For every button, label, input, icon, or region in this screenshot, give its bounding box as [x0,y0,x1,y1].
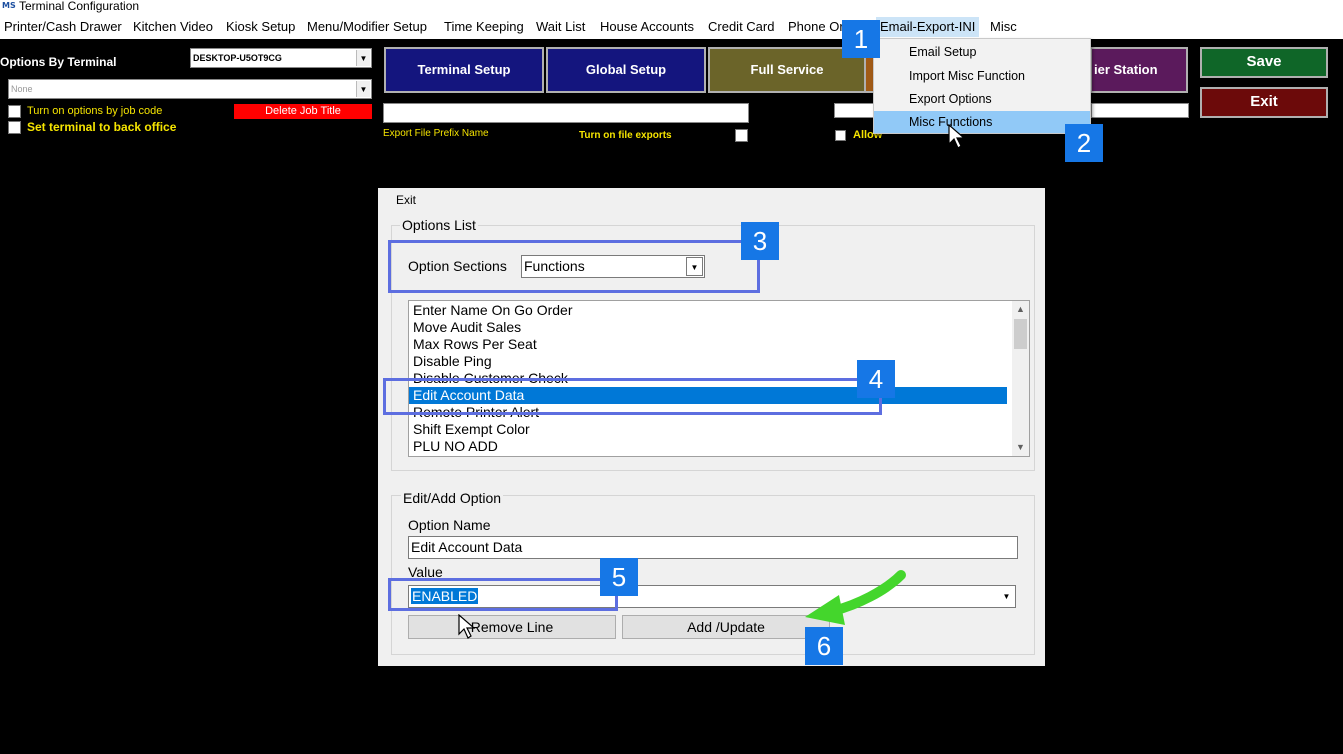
menu-misc[interactable]: Misc [990,19,1017,34]
menu-wait-list[interactable]: Wait List [536,19,585,34]
green-arrow-icon [805,570,906,625]
remove-line-button[interactable]: Remove Line [408,615,616,639]
global-setup-button[interactable]: Global Setup [546,47,706,93]
job-code-checkbox[interactable] [8,105,21,118]
list-item[interactable]: Enter Name On Go Order [409,302,1007,319]
menu-kiosk-setup[interactable]: Kiosk Setup [226,19,295,34]
list-item[interactable]: Max Rows Per Seat [409,336,1007,353]
chevron-down-icon[interactable]: ▼ [999,587,1014,606]
menu-menu-modifier-setup[interactable]: Menu/Modifier Setup [307,19,427,34]
callout-badge-4: 4 [857,360,895,398]
menu-house-accounts[interactable]: House Accounts [600,19,694,34]
dropdown-misc-functions[interactable]: Misc Functions [874,111,1090,133]
highlight-option-sections [388,240,760,293]
list-item[interactable]: Disable Ping [409,353,1007,370]
job-select-value: None [11,84,33,94]
email-export-dropdown: Email Setup Import Misc Function Export … [873,38,1091,134]
callout-badge-1: 1 [842,20,880,58]
title-bar: MS Terminal Configuration [0,0,1343,14]
callout-badge-6: 6 [805,627,843,665]
menu-phone-order[interactable]: Phone Or [788,19,844,34]
callout-badge-2: 2 [1065,124,1103,162]
secondary-input-right[interactable] [1091,103,1189,118]
mouse-pointer-icon [948,124,966,149]
callout-badge-3: 3 [741,222,779,260]
exit-button[interactable]: Exit [1200,87,1328,118]
callout-badge-5: 5 [600,558,638,596]
edit-add-label: Edit/Add Option [401,490,504,506]
station-button[interactable]: ier Station [1090,47,1188,93]
back-office-label: Set terminal to back office [27,120,177,134]
menu-time-keeping[interactable]: Time Keeping [444,19,524,34]
option-name-label: Option Name [408,517,491,533]
list-item[interactable]: Shift Exempt Color [409,421,1007,438]
allow-checkbox[interactable] [835,130,846,141]
scroll-down-icon[interactable]: ▼ [1012,439,1029,456]
mouse-pointer-icon [458,614,476,639]
menu-credit-card[interactable]: Credit Card [708,19,774,34]
highlight-edit-account-data [383,378,882,415]
menu-kitchen-video[interactable]: Kitchen Video [133,19,213,34]
options-list-label: Options List [400,217,478,233]
file-exports-label: Turn on file exports [579,130,672,141]
terminal-setup-button[interactable]: Terminal Setup [384,47,544,93]
back-office-checkbox[interactable] [8,121,21,134]
terminal-select[interactable]: DESKTOP-U5OT9CG ▼ [190,48,372,68]
list-scrollbar[interactable]: ▲ ▼ [1012,301,1029,456]
option-name-input[interactable]: Edit Account Data [408,536,1018,559]
scroll-up-icon[interactable]: ▲ [1012,301,1029,318]
dropdown-email-setup[interactable]: Email Setup [874,41,1090,63]
chevron-down-icon[interactable]: ▼ [356,50,370,66]
secondary-input-left[interactable] [834,103,874,118]
dialog-exit-menu[interactable]: Exit [396,193,416,207]
file-exports-checkbox[interactable] [735,129,748,142]
list-item[interactable]: PLU NO ADD [409,438,1007,455]
menu-printer-cash-drawer[interactable]: Printer/Cash Drawer [4,19,122,34]
menu-bar: Printer/Cash Drawer Kitchen Video Kiosk … [0,14,1343,39]
dropdown-export-options[interactable]: Export Options [874,88,1090,110]
dropdown-import-misc-function[interactable]: Import Misc Function [874,65,1090,87]
save-button[interactable]: Save [1200,47,1328,78]
delete-job-title-button[interactable]: Delete Job Title [234,104,372,119]
export-prefix-label: Export File Prefix Name [383,128,489,139]
app-logo-icon: MS [2,1,16,10]
window-title: Terminal Configuration [19,0,140,13]
export-prefix-input[interactable] [383,103,749,123]
menu-email-export-ini[interactable]: Email-Export-INI [876,17,980,37]
options-by-terminal-title: Options By Terminal [0,55,117,69]
job-code-label: Turn on options by job code [27,105,163,117]
chevron-down-icon[interactable]: ▼ [356,81,370,97]
job-select[interactable]: None ▼ [8,79,372,99]
list-item[interactable]: Move Audit Sales [409,319,1007,336]
terminal-select-value: DESKTOP-U5OT9CG [193,53,282,63]
highlight-value-field [388,578,618,611]
scroll-thumb[interactable] [1014,319,1027,349]
